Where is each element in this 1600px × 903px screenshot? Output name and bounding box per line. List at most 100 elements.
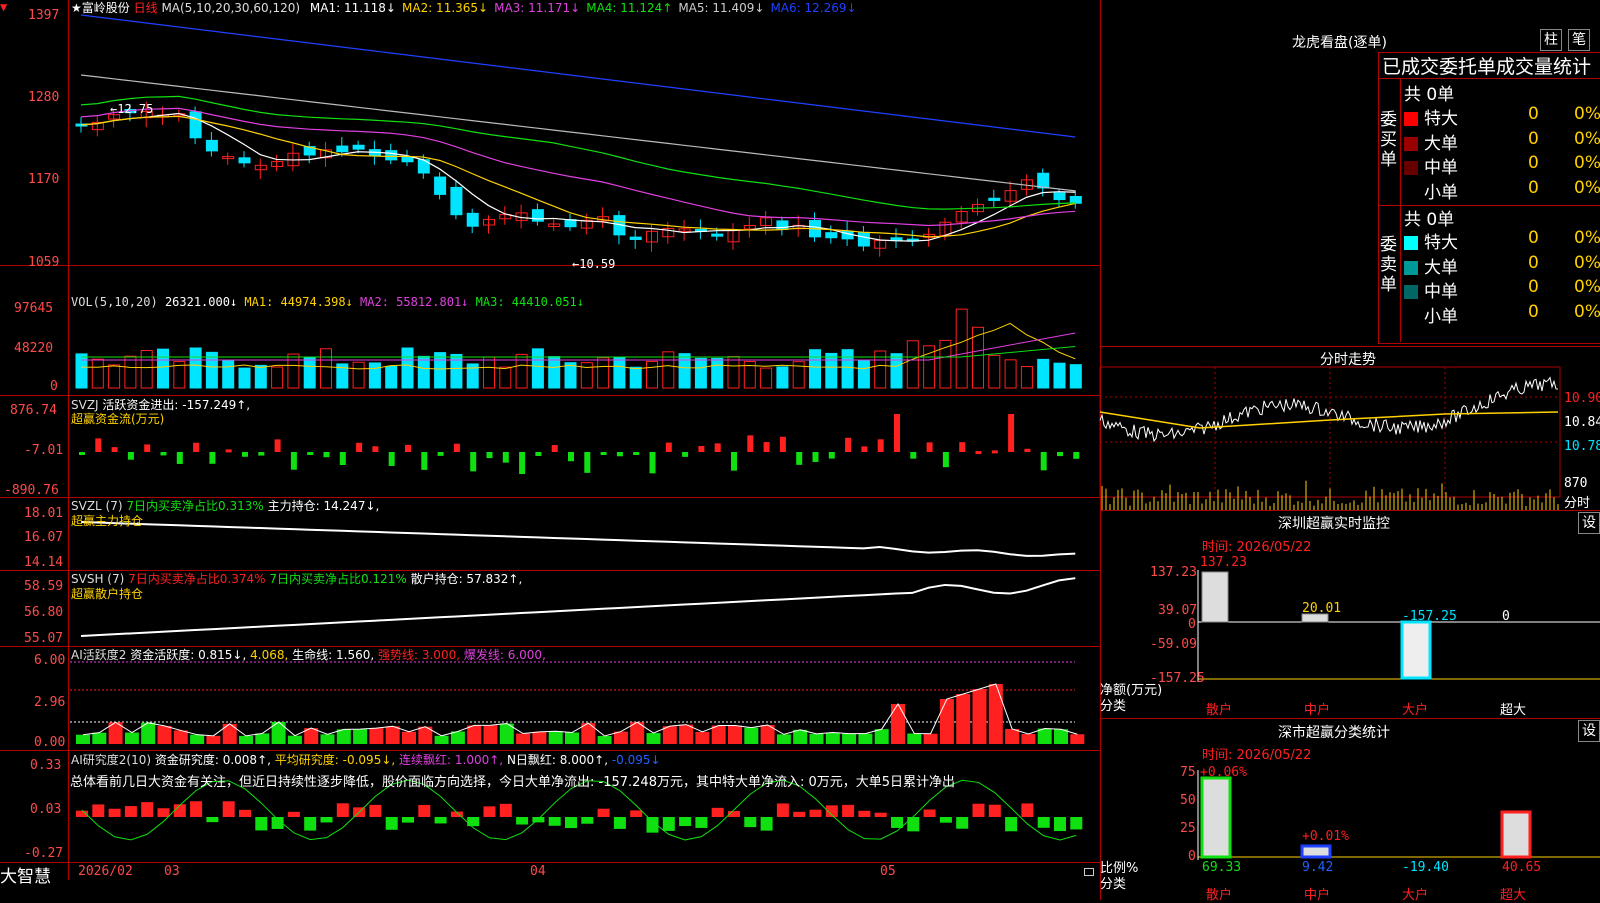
research-bar [304, 817, 317, 831]
candle-body [466, 212, 479, 227]
y-label: 97645 [14, 301, 54, 316]
volume-bar [189, 347, 202, 389]
vol-ma2: MA2: 55812.801↓ [360, 295, 469, 309]
fund-flow-bar [470, 452, 477, 472]
research-bar [793, 811, 806, 817]
color-swatch [1404, 136, 1418, 151]
volume-bar [678, 353, 691, 389]
volume-bar [597, 357, 610, 389]
research-bar [124, 806, 137, 817]
ma5-line [80, 74, 1076, 192]
y-label: 16.07 [24, 530, 64, 545]
fund-flow-bar [861, 446, 868, 452]
ss-stats-settings-button[interactable]: 设 [1578, 720, 1600, 742]
y-label: 1280 [28, 90, 60, 105]
ai2-extra: -0.095↓ [611, 753, 661, 767]
buy-rows-row: 中单 [1404, 153, 1458, 178]
ma-legend-1: MA1: 11.118↓ [309, 1, 396, 15]
research-bar [1021, 803, 1034, 817]
bar-view-button[interactable]: 柱 [1540, 29, 1562, 51]
ss-value: -19.40 [1402, 860, 1449, 875]
tick-view-button[interactable]: 笔 [1568, 29, 1590, 51]
ss-top-label: +0.06% [1200, 765, 1247, 780]
candle-body [336, 145, 349, 153]
activity-bar [190, 734, 205, 744]
y-axis-line [68, 0, 69, 880]
high-price-mark: ←12.75 [110, 102, 154, 116]
stock-name[interactable]: ★富岭股份 [71, 1, 130, 15]
activity-bar [467, 725, 482, 744]
research-bar [630, 810, 643, 817]
ai1-value2: 4.068, [250, 648, 289, 662]
fund-flow-bar [437, 452, 444, 456]
fund-flow-bar [747, 435, 754, 452]
period-label[interactable]: 日线 [134, 1, 158, 15]
sz-bar-retail [1201, 571, 1229, 623]
color-swatch [1404, 236, 1418, 250]
order-stats-tabs[interactable]: 已成交委托单成交量统计 [1382, 52, 1591, 79]
volume-bar [1069, 364, 1082, 389]
fund-flow-bar [763, 442, 770, 452]
svzl-holding: 主力持仓: 14.247↓, [267, 499, 380, 513]
svzj-subtitle: 超赢资金流(万元) [71, 412, 165, 426]
sz-monitor-settings-button[interactable]: 设 [1578, 512, 1600, 534]
candle-body [189, 111, 202, 139]
svsh-holding: 散户持仓: 57.832↑, [410, 572, 523, 586]
ss-bar-retail [1200, 776, 1232, 859]
research-bar [858, 810, 871, 817]
ai1-title[interactable]: AI活跃度2 [71, 648, 126, 662]
candle-body [988, 197, 1001, 201]
fund-flow-bar [731, 452, 737, 471]
sz-monitor-time: 时间: 2026/05/22 [1202, 540, 1312, 555]
research-bar [239, 809, 251, 817]
intraday-price: 10.90 [1564, 391, 1600, 406]
research-bar [679, 817, 692, 827]
candle-body [629, 236, 642, 240]
order-type: 中单 [1424, 282, 1458, 302]
candle-body [352, 144, 365, 150]
sz-monitor-title: 深圳超赢实时监控 [1278, 516, 1390, 532]
volume-bar [385, 365, 398, 389]
color-swatch [1404, 260, 1418, 275]
dropdown-arrow-icon[interactable]: ▼ [0, 0, 7, 14]
volume-bar [157, 348, 169, 389]
ai2-title[interactable]: AI研究度2(10) [71, 753, 151, 767]
svzl-title[interactable]: SVZL (7) [71, 499, 123, 513]
svzj-title[interactable]: SVZJ [71, 398, 99, 412]
panel-divider [0, 750, 1100, 751]
panel-divider [0, 497, 1100, 498]
fund-flow-bar [845, 437, 852, 452]
research-bar [1070, 817, 1083, 830]
color-swatch [1404, 112, 1418, 126]
fund-flow-bar [991, 450, 998, 454]
lock-icon[interactable] [1084, 868, 1094, 876]
activity-bar [956, 694, 971, 744]
activity-bar [320, 734, 335, 744]
activity-bar [76, 734, 90, 744]
category-label: 中户 [1304, 703, 1331, 718]
volume-bar [499, 366, 512, 389]
activity-bar [874, 729, 889, 744]
activity-bar [450, 731, 465, 744]
volume-bar [401, 347, 414, 389]
lhb-title: 龙虎看盘(逐单) [1292, 35, 1387, 51]
ai1-burstline: 爆发线: 6.000, [463, 648, 546, 662]
y-label: 58.59 [24, 579, 64, 594]
fund-flow-bar [633, 452, 640, 455]
activity-bar [988, 684, 1003, 744]
fund-flow-bar [405, 444, 411, 452]
svsh-title[interactable]: SVSH (7) [71, 572, 124, 586]
order-count: 0 [1528, 277, 1539, 297]
low-price-mark: ←10.59 [572, 257, 616, 271]
y-label: 18.01 [24, 506, 64, 521]
y-label: 0 [1188, 849, 1196, 864]
activity-bar [1037, 728, 1052, 744]
activity-bar [239, 735, 253, 744]
volume-bar [303, 356, 316, 389]
fund-flow-bar [1024, 448, 1031, 452]
y-label: 876.74 [10, 403, 57, 418]
research-bar [206, 817, 219, 823]
research-bar [92, 804, 105, 817]
vol-title[interactable]: VOL(5,10,20) [71, 295, 158, 309]
volume-bar [548, 356, 561, 389]
